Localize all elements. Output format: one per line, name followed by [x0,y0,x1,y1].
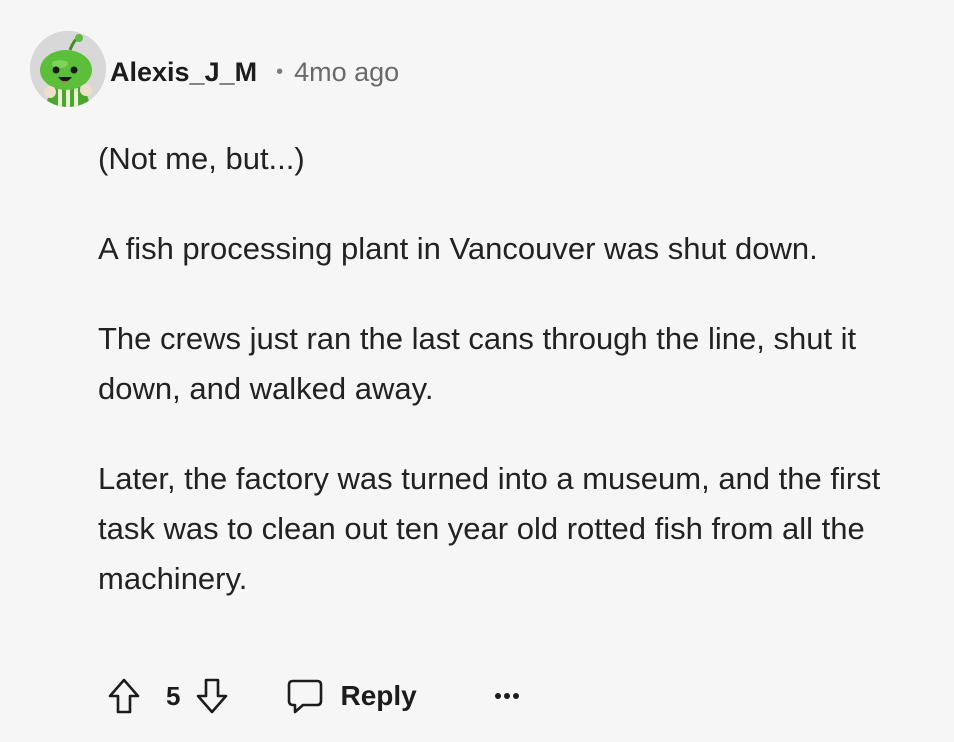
reply-button[interactable]: Reply [286,677,417,715]
ellipsis-icon [494,693,519,699]
arrow-up-icon [108,678,140,714]
comment-body: (Not me, but...) A fish processing plant… [98,134,918,644]
speech-bubble-icon [288,679,323,714]
comment-paragraph: Later, the factory was turned into a mus… [98,461,881,596]
snoo-avatar-icon [30,31,106,107]
author-username[interactable]: Alexis_J_M [110,57,257,88]
comment-paragraph: The crews just ran the last cans through… [98,321,857,406]
comment-paragraph: A fish processing plant in Vancouver was… [98,231,818,266]
user-avatar[interactable] [30,30,106,108]
comment-timestamp[interactable]: 4mo ago [294,57,399,88]
vote-score: 5 [166,680,181,711]
upvote-button[interactable] [106,674,142,718]
meta-separator: • [276,60,284,83]
comment-actions: 5 Reply [106,672,525,720]
comment-paragraph: (Not me, but...) [98,141,305,176]
downvote-button[interactable] [194,674,230,718]
more-options-button[interactable] [489,676,525,716]
comment: Alexis_J_M • 4mo ago (Not me, but...) A … [0,0,954,742]
comment-header: Alexis_J_M • 4mo ago [110,52,399,92]
arrow-down-icon [197,678,228,714]
reply-label: Reply [340,680,417,711]
